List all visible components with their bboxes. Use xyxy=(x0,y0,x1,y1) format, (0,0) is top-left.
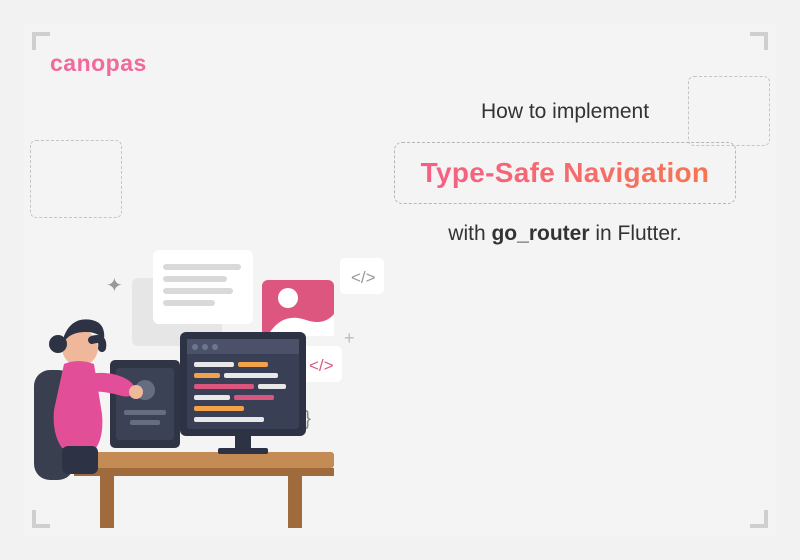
svg-text:+: + xyxy=(344,328,355,348)
headline-bottom-suffix: in Flutter. xyxy=(590,222,682,245)
svg-text:✦: ✦ xyxy=(106,275,123,297)
developer-illustration: </> </> ✦ + { } xyxy=(40,240,440,530)
corner-bracket xyxy=(750,510,768,528)
svg-text:</>: </> xyxy=(309,356,334,375)
svg-text:</>: </> xyxy=(351,268,376,287)
headline-package-name: go_router xyxy=(491,222,589,245)
headline-block: How to implement Type-Safe Navigation wi… xyxy=(370,100,760,246)
headline-bottom-prefix: with xyxy=(448,222,491,245)
decorative-square xyxy=(30,140,122,218)
headline-bottom-text: with go_router in Flutter. xyxy=(448,222,681,246)
corner-bracket xyxy=(750,32,768,50)
headline-badge: Type-Safe Navigation xyxy=(394,142,737,204)
brand-logo: canopas xyxy=(50,50,147,77)
corner-bracket xyxy=(32,32,50,50)
headline-top-text: How to implement xyxy=(481,100,649,124)
